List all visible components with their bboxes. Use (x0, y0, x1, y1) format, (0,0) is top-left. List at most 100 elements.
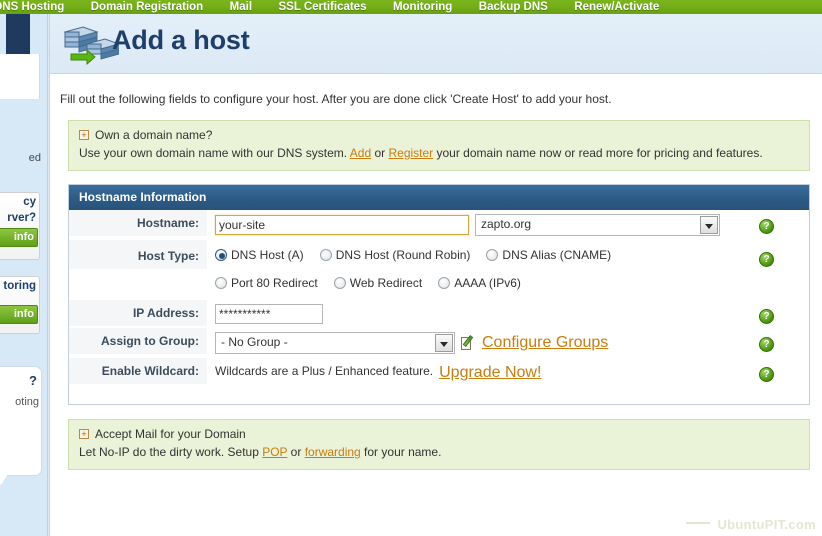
nav-item-mail[interactable]: Mail (219, 1, 263, 14)
sidebar-help-bubble[interactable]: ? oting (0, 366, 42, 485)
accept-mail-text-after: for your name. (360, 445, 442, 459)
help-icon-assign-group[interactable]: ? (759, 337, 774, 352)
ip-address-input[interactable] (215, 304, 323, 324)
radio-label-port-80-redirect: Port 80 Redirect (231, 276, 318, 290)
sidebar-help-bubble-text: oting (15, 396, 39, 408)
radio-dot-dns-host-a[interactable] (215, 249, 227, 261)
nav-item-ssl-certificates[interactable]: SSL Certificates (267, 1, 377, 14)
main-content: Add a host Fill out the following fields… (49, 14, 822, 536)
hostname-help-area: ? (747, 210, 809, 234)
edit-notepad-icon[interactable] (461, 334, 476, 351)
hostname-information-panel: Hostname Information Hostname: zapto.org… (68, 184, 810, 405)
enable-wildcard-row: Enable Wildcard: Wildcards are a Plus / … (69, 358, 809, 404)
sidebar-help-bubble-tail (0, 474, 8, 485)
sidebar-promo-1-line2: rver? (7, 212, 36, 224)
assign-group-label: Assign to Group: (69, 328, 207, 354)
domain-select[interactable]: zapto.org (475, 214, 720, 236)
sidebar-promo-2-line1: toring (3, 280, 36, 292)
sidebar-logo-block (6, 14, 30, 54)
left-sidebar: ed cy rver? info toring info ? oting (0, 14, 48, 536)
host-type-row-2: Port 80 Redirect Web Redirect AAAA (IPv6… (215, 276, 521, 290)
radio-dot-dns-alias-cname[interactable] (486, 249, 499, 261)
own-domain-callout: + Own a domain name? Use your own domain… (68, 120, 810, 171)
sidebar-white-panel (0, 54, 40, 99)
host-type-help-area: ? (747, 240, 809, 267)
configure-groups-link[interactable]: Configure Groups (482, 334, 608, 352)
accept-mail-callout-body: Let No-IP do the dirty work. Setup POP o… (79, 444, 799, 460)
radio-aaaa-ipv6[interactable]: AAAA (IPv6) (438, 276, 521, 290)
radio-label-dns-alias-cname: DNS Alias (CNAME) (502, 248, 612, 262)
ip-address-row: IP Address: ? (69, 300, 809, 328)
watermark-underline (686, 522, 710, 524)
sidebar-promo-1-info-button[interactable]: info (0, 228, 38, 247)
hostname-panel-body: Hostname: zapto.org ? Host Type: (69, 210, 809, 404)
sidebar-promo-1[interactable]: cy rver? info (0, 192, 40, 260)
page-title: Add a host (112, 25, 250, 55)
expand-plus-icon-mail[interactable]: + (79, 429, 89, 439)
add-domain-link[interactable]: Add (350, 146, 371, 160)
accept-mail-callout-title: Accept Mail for your Domain (95, 427, 246, 441)
hostname-row: Hostname: zapto.org ? (69, 210, 809, 240)
hostname-input[interactable] (215, 215, 469, 235)
radio-label-dns-host-round-robin: DNS Host (Round Robin) (335, 248, 471, 262)
chevron-down-icon-group[interactable] (435, 334, 453, 352)
own-domain-text-before: Use your own domain name with our DNS sy… (79, 146, 350, 160)
radio-label-web-redirect: Web Redirect (349, 276, 423, 290)
help-icon-ip-address[interactable]: ? (759, 309, 774, 324)
accept-mail-text-mid: or (287, 445, 305, 459)
sidebar-promo-2-info-button[interactable]: info (0, 305, 38, 324)
forwarding-link[interactable]: forwarding (305, 445, 361, 459)
ip-address-field-area (207, 300, 747, 328)
radio-label-aaaa-ipv6: AAAA (IPv6) (454, 276, 521, 290)
own-domain-callout-title: Own a domain name? (95, 128, 213, 142)
help-icon-host-type[interactable]: ? (759, 252, 774, 267)
assign-group-row: Assign to Group: - No Group - Configure … (69, 328, 809, 358)
nav-item-monitoring[interactable]: Monitoring (382, 1, 463, 14)
chevron-down-icon[interactable] (700, 216, 718, 234)
ip-address-label: IP Address: (69, 300, 207, 326)
radio-web-redirect[interactable]: Web Redirect (333, 276, 423, 290)
enable-wildcard-label: Enable Wildcard: (69, 358, 207, 384)
radio-dns-host-round-robin[interactable]: DNS Host (Round Robin) (319, 248, 471, 262)
sidebar-clipped-text: ed (28, 152, 41, 164)
own-domain-text-mid: or (371, 146, 389, 160)
page-intro-text: Fill out the following fields to configu… (60, 92, 612, 106)
domain-select-value: zapto.org (481, 217, 532, 231)
sidebar-promo-2[interactable]: toring info (0, 276, 40, 334)
accept-mail-callout-title-row[interactable]: + Accept Mail for your Domain (79, 427, 799, 441)
radio-dot-web-redirect[interactable] (333, 277, 346, 289)
nav-item-domain-registration[interactable]: Domain Registration (80, 1, 214, 14)
host-type-row: Host Type: DNS Host (A) DNS Host (Round … (69, 240, 809, 300)
hostname-label: Hostname: (69, 210, 207, 236)
ip-address-help-area: ? (747, 300, 809, 324)
help-icon-enable-wildcard[interactable]: ? (759, 367, 774, 382)
nav-item-dns-hosting[interactable]: DNS Hosting (0, 1, 75, 14)
host-type-row-1: DNS Host (A) DNS Host (Round Robin) DNS … (215, 248, 611, 262)
assign-group-select[interactable]: - No Group - (215, 332, 455, 354)
own-domain-callout-body: Use your own domain name with our DNS sy… (79, 145, 799, 161)
register-domain-link[interactable]: Register (388, 146, 433, 160)
radio-dot-port-80-redirect[interactable] (215, 277, 227, 289)
page-header: Add a host (50, 14, 822, 74)
hostname-field-area: zapto.org (207, 210, 747, 240)
pop-link[interactable]: POP (262, 445, 287, 459)
sidebar-promo-1-line1: cy (23, 196, 36, 208)
help-icon-hostname[interactable]: ? (759, 219, 774, 234)
nav-item-backup-dns[interactable]: Backup DNS (468, 1, 559, 14)
upgrade-now-link[interactable]: Upgrade Now! (439, 364, 541, 382)
radio-dot-dns-host-round-robin[interactable] (319, 249, 332, 261)
hostname-panel-header: Hostname Information (69, 185, 809, 210)
enable-wildcard-text: Wildcards are a Plus / Enhanced feature. (215, 364, 434, 378)
host-type-options: DNS Host (A) DNS Host (Round Robin) DNS … (207, 240, 747, 300)
own-domain-callout-title-row[interactable]: + Own a domain name? (79, 128, 799, 142)
host-type-label: Host Type: (69, 240, 207, 269)
nav-item-renew-activate[interactable]: Renew/Activate (563, 1, 670, 14)
radio-dns-alias-cname[interactable]: DNS Alias (CNAME) (486, 248, 611, 262)
radio-dot-aaaa-ipv6[interactable] (438, 277, 451, 289)
radio-port-80-redirect[interactable]: Port 80 Redirect (215, 276, 318, 290)
assign-group-field-area: - No Group - Configure Groups (207, 328, 747, 358)
radio-dns-host-a[interactable]: DNS Host (A) (215, 248, 304, 262)
top-navigation-bar: DNS Hosting Domain Registration Mail SSL… (0, 0, 822, 14)
app-screenshot: DNS Hosting Domain Registration Mail SSL… (0, 0, 822, 536)
expand-plus-icon[interactable]: + (79, 130, 89, 140)
